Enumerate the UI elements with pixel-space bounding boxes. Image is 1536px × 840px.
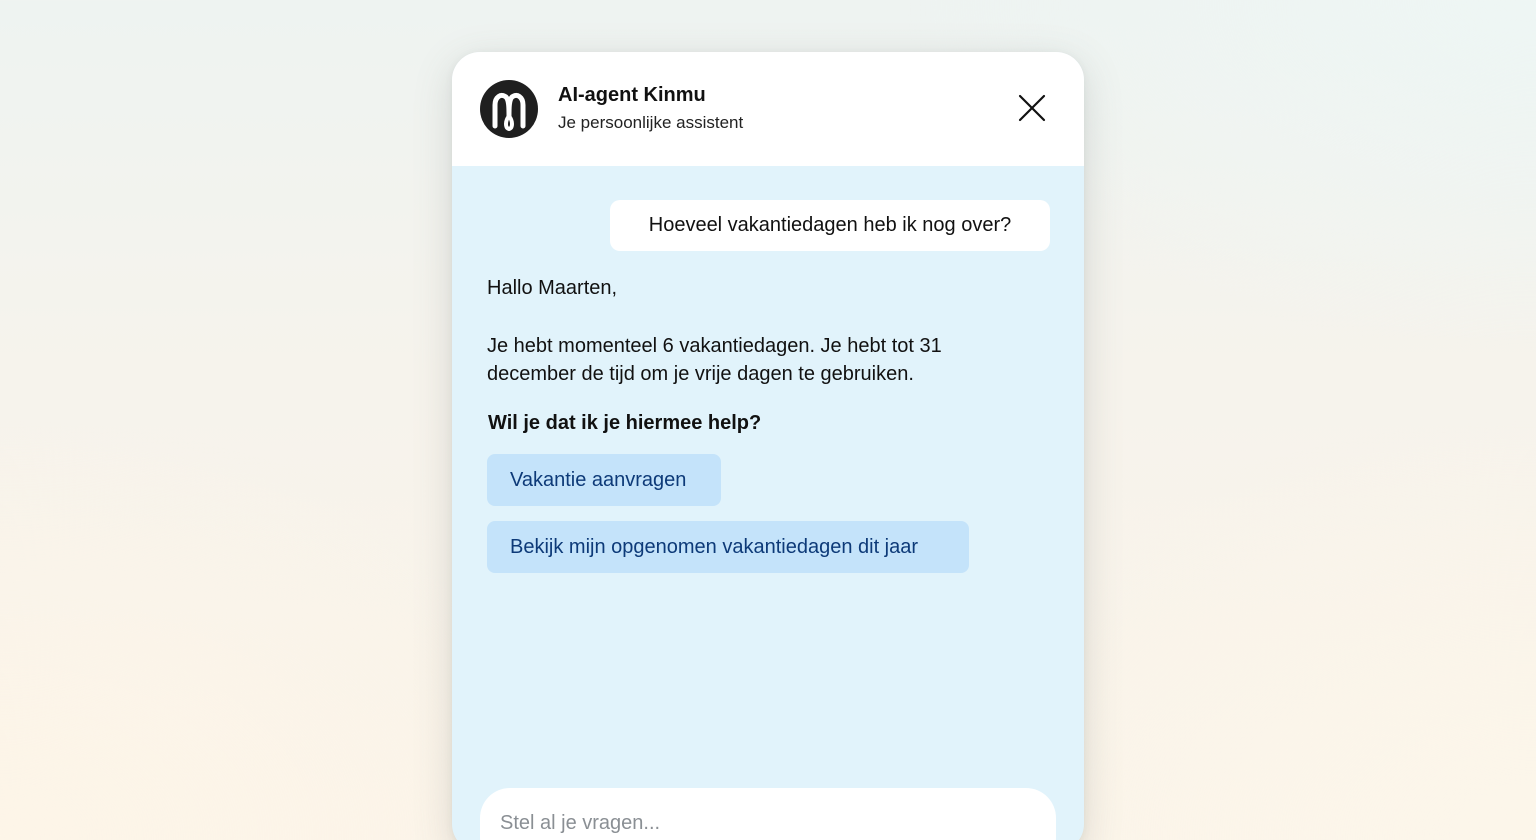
agent-reply-line: Je hebt momenteel 6 vakantiedagen. Je he… [487,335,942,357]
suggestion-request-vacation-button[interactable]: Vakantie aanvragen [487,454,721,506]
agent-reply: Je hebt momenteel 6 vakantiedagen. Je he… [487,332,1027,388]
kinmu-logo-icon [480,80,538,138]
close-icon [1018,94,1046,122]
suggestion-view-taken-days-button[interactable]: Bekijk mijn opgenomen vakantiedagen dit … [487,521,969,573]
agent-name: AI-agent Kinmu [558,84,706,106]
message-input[interactable] [500,812,1020,835]
chat-window: AI-agent Kinmu Je persoonlijke assistent… [452,52,1084,840]
close-button[interactable] [1012,90,1052,130]
agent-subtitle: Je persoonlijke assistent [558,113,744,132]
chat-header: AI-agent Kinmu Je persoonlijke assistent [452,52,1084,166]
user-message-bubble: Hoeveel vakantiedagen heb ik nog over? [610,200,1050,251]
agent-greeting: Hallo Maarten, [487,277,618,299]
agent-question: Wil je dat ik je hiermee help? [488,412,762,434]
agent-reply-line: december de tijd om je vrije dagen te ge… [487,363,914,385]
message-input-box[interactable] [480,788,1056,840]
